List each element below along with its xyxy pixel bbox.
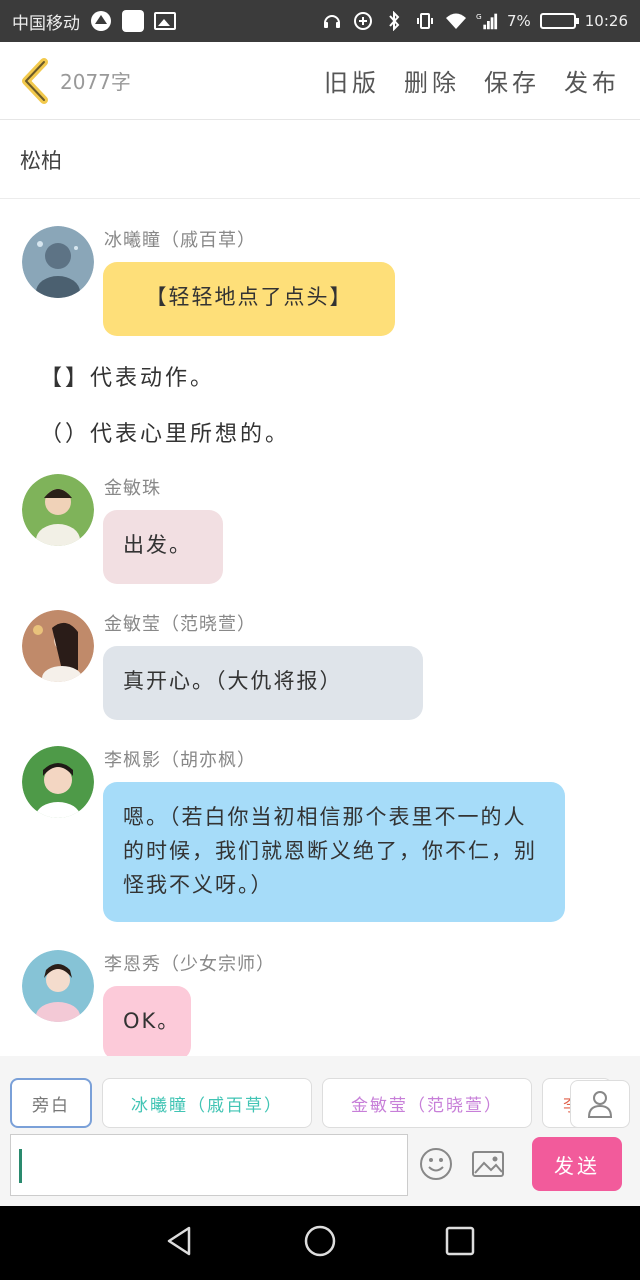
send-button[interactable]: 发送 <box>532 1137 622 1191</box>
emoji-button[interactable] <box>418 1146 454 1182</box>
publish-button[interactable]: 发布 <box>564 63 620 98</box>
message-bubble[interactable]: OK。 <box>103 986 191 1056</box>
triangle-back-icon <box>167 1226 191 1256</box>
image-button[interactable] <box>470 1146 506 1182</box>
role-selector: 旁白 冰曦瞳（戚百草） 金敏莹（范晓萱） 李 <box>10 1078 630 1130</box>
headphones-icon <box>321 10 343 32</box>
speaker-name: 金敏莹（范晓萱） <box>104 614 256 635</box>
save-button[interactable]: 保存 <box>484 63 540 98</box>
role-chip[interactable]: 冰曦瞳（戚百草） <box>102 1078 312 1128</box>
avatar[interactable] <box>22 474 94 546</box>
clock: 10:26 <box>584 12 628 30</box>
chat-area[interactable]: 冰曦瞳（戚百草） 【轻轻地点了点头】 【】代表动作。 （）代表心里所想的。 金敏… <box>0 200 640 1056</box>
avatar[interactable] <box>22 950 94 1022</box>
editor-header: 2077字 旧版 删除 保存 发布 <box>0 42 640 120</box>
role-chip[interactable]: 金敏莹（范晓萱） <box>322 1078 532 1128</box>
speaker-name: 李枫影（胡亦枫） <box>104 750 256 771</box>
add-role-button[interactable] <box>570 1080 630 1128</box>
image-icon <box>472 1151 504 1177</box>
narration-line[interactable]: 【】代表动作。 <box>40 360 215 392</box>
system-nav-bar <box>0 1206 640 1280</box>
person-icon <box>587 1091 613 1118</box>
message-input[interactable] <box>10 1134 408 1196</box>
wifi-icon <box>445 10 467 32</box>
back-nav-button[interactable] <box>163 1224 197 1262</box>
signal-icon: G <box>476 10 498 32</box>
app-icon <box>122 10 144 32</box>
speaker-name: 冰曦瞳（戚百草） <box>104 230 256 251</box>
back-button[interactable] <box>10 42 58 120</box>
chat-message: 金敏珠 出发。 <box>22 474 622 594</box>
battery-percent: 7% <box>506 12 531 30</box>
chat-message: 冰曦瞳（戚百草） 【轻轻地点了点头】 <box>22 226 622 346</box>
message-bubble[interactable]: 真开心。（大仇将报） <box>103 646 423 720</box>
avatar[interactable] <box>22 746 94 818</box>
message-bubble[interactable]: 嗯。（若白你当初相信那个表里不一的人的时候，我们就恩断义绝了，你不仁，别怪我不义… <box>103 782 565 922</box>
square-recents-icon <box>445 1226 475 1256</box>
speaker-name: 金敏珠 <box>104 478 161 499</box>
avatar[interactable] <box>22 226 94 298</box>
role-chip-narrator[interactable]: 旁白 <box>10 1078 92 1128</box>
message-bubble[interactable]: 【轻轻地点了点头】 <box>103 262 395 336</box>
chat-message: 李恩秀（少女宗师） OK。 <box>22 950 622 1056</box>
speaker-name: 李恩秀（少女宗师） <box>104 954 275 975</box>
old-version-button[interactable]: 旧版 <box>324 63 380 98</box>
word-count: 2077字 <box>60 70 131 94</box>
signal-type: G <box>476 12 482 21</box>
smiley-icon <box>420 1148 452 1180</box>
text-caret <box>19 1149 22 1183</box>
story-title[interactable]: 松柏 <box>0 121 640 199</box>
chevron-left-icon <box>22 57 48 104</box>
compose-panel: 旁白 冰曦瞳（戚百草） 金敏莹（范晓萱） 李 发送 <box>0 1056 640 1206</box>
bluetooth-icon <box>383 10 405 32</box>
data-saver-icon <box>352 10 374 32</box>
chat-message: 金敏莹（范晓萱） 真开心。（大仇将报） <box>22 610 622 730</box>
home-nav-button[interactable] <box>303 1224 337 1262</box>
browser-icon <box>90 10 112 32</box>
narration-line[interactable]: （）代表心里所想的。 <box>40 416 290 448</box>
chat-message: 李枫影（胡亦枫） 嗯。（若白你当初相信那个表里不一的人的时候，我们就恩断义绝了，… <box>22 746 622 936</box>
message-bubble[interactable]: 出发。 <box>103 510 223 584</box>
status-bar: 中国移动 G 7% 10:26 <box>0 0 640 42</box>
header-actions: 旧版 删除 保存 发布 <box>324 63 620 98</box>
avatar[interactable] <box>22 610 94 682</box>
delete-button[interactable]: 删除 <box>404 63 460 98</box>
vibrate-icon <box>414 10 436 32</box>
recents-nav-button[interactable] <box>443 1224 477 1262</box>
battery-icon <box>539 13 579 29</box>
circle-home-icon <box>304 1225 336 1257</box>
gallery-icon <box>154 12 176 30</box>
carrier-label: 中国移动 <box>12 13 80 34</box>
